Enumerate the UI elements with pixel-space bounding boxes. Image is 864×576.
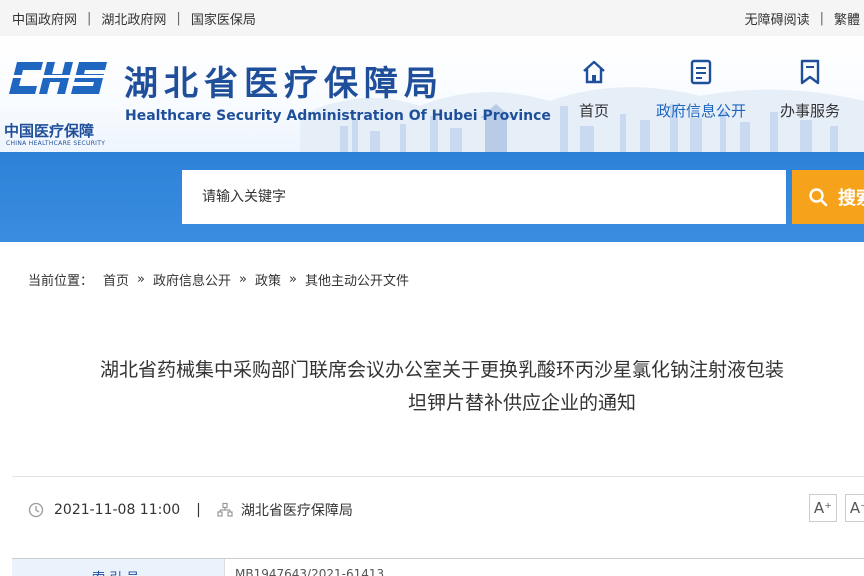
nav-services[interactable]: 办事服务 xyxy=(770,58,850,121)
home-icon xyxy=(583,60,605,84)
breadcrumb: 当前位置： 首页 » 政府信息公开 » 政策 » 其他主动公开文件 xyxy=(28,270,409,289)
font-size-decrease-button[interactable]: A⁻ xyxy=(845,494,864,522)
site-subtitle: Healthcare Security Administration Of Hu… xyxy=(125,108,551,124)
bookmark-icon xyxy=(800,59,820,85)
site-header: 中国医疗保障 CHINA HEALTHCARE SECURITY 湖北省医疗保障… xyxy=(0,36,864,152)
breadcrumb-separator: » xyxy=(239,272,247,287)
chs-logo-mark xyxy=(4,62,108,94)
publish-date: 2021-11-08 11:00 xyxy=(54,502,181,518)
utility-links: 无障碍阅读 | 繁體 xyxy=(745,0,864,36)
nav-gov-info-label: 政府信息公开 xyxy=(655,102,746,120)
search-input[interactable] xyxy=(182,170,786,224)
traditional-chinese-link[interactable]: 繁體 xyxy=(834,9,860,28)
breadcrumb-prefix: 当前位置： xyxy=(28,274,94,289)
document-icon xyxy=(690,59,712,85)
breadcrumb-policy[interactable]: 政策 xyxy=(255,270,281,289)
article-title-line1: 湖北省药械集中采购部门联席会议办公室关于更换乳酸环丙沙星氯化钠注射液包装 xyxy=(100,359,785,381)
nav-home[interactable]: 首页 xyxy=(570,58,618,121)
breadcrumb-separator: » xyxy=(137,272,145,287)
separator: | xyxy=(819,10,824,26)
search-band: 搜索 xyxy=(0,152,864,242)
breadcrumb-home[interactable]: 首页 xyxy=(103,270,129,289)
link-hubei-gov[interactable]: 湖北政府网 xyxy=(101,9,166,28)
clock-icon xyxy=(28,502,44,518)
separator: | xyxy=(87,10,92,26)
publisher: 湖北省医疗保障局 xyxy=(240,503,353,519)
nav-services-label: 办事服务 xyxy=(779,102,840,120)
logo-chinese-text: 中国医疗保障 xyxy=(4,122,95,140)
nav-home-label: 首页 xyxy=(578,102,609,120)
link-nhsa[interactable]: 国家医保局 xyxy=(191,9,256,28)
accessible-reading-link[interactable]: 无障碍阅读 xyxy=(745,9,810,28)
separator: | xyxy=(196,502,201,518)
separator: | xyxy=(176,10,181,26)
breadcrumb-gov-info[interactable]: 政府信息公开 xyxy=(153,270,231,289)
search-button[interactable]: 搜索 xyxy=(792,170,864,224)
nav-gov-info[interactable]: 政府信息公开 xyxy=(648,58,754,121)
chs-logo[interactable]: 中国医疗保障 CHINA HEALTHCARE SECURITY xyxy=(4,58,114,152)
breadcrumb-other-files[interactable]: 其他主动公开文件 xyxy=(305,270,409,289)
divider xyxy=(12,476,864,477)
top-utility-bar: 中国政府网 | 湖北政府网 | 国家医保局 无障碍阅读 | 繁體 xyxy=(0,0,864,36)
search-button-label: 搜索 xyxy=(838,188,864,209)
article-title: 湖北省药械集中采购部门联席会议办公室关于更换乳酸环丙沙星氯化钠注射液包装 坦钾片… xyxy=(100,354,864,420)
external-links: 中国政府网 | 湖北政府网 | 国家医保局 xyxy=(12,0,256,36)
article-meta: 2021-11-08 11:00 | 湖北省医疗保障局 xyxy=(28,500,353,520)
index-number-label: 索 引 号 xyxy=(12,559,224,576)
main-content: 当前位置： 首页 » 政府信息公开 » 政策 » 其他主动公开文件 湖北省药械集… xyxy=(4,242,864,576)
logo-english-text: CHINA HEALTHCARE SECURITY xyxy=(6,140,106,147)
breadcrumb-separator: » xyxy=(289,272,297,287)
search-icon xyxy=(809,188,828,207)
font-size-increase-button[interactable]: A⁺ xyxy=(809,494,837,522)
index-number-value: MB1947643/2021-61413 xyxy=(224,559,864,576)
article-title-line2: 坦钾片替补供应企业的通知 xyxy=(408,392,637,414)
link-china-gov[interactable]: 中国政府网 xyxy=(12,9,77,28)
organization-icon xyxy=(217,502,233,517)
site-title: 湖北省医疗保障局 xyxy=(124,64,444,104)
info-table: 索 引 号 MB1947643/2021-61413 xyxy=(12,558,864,576)
